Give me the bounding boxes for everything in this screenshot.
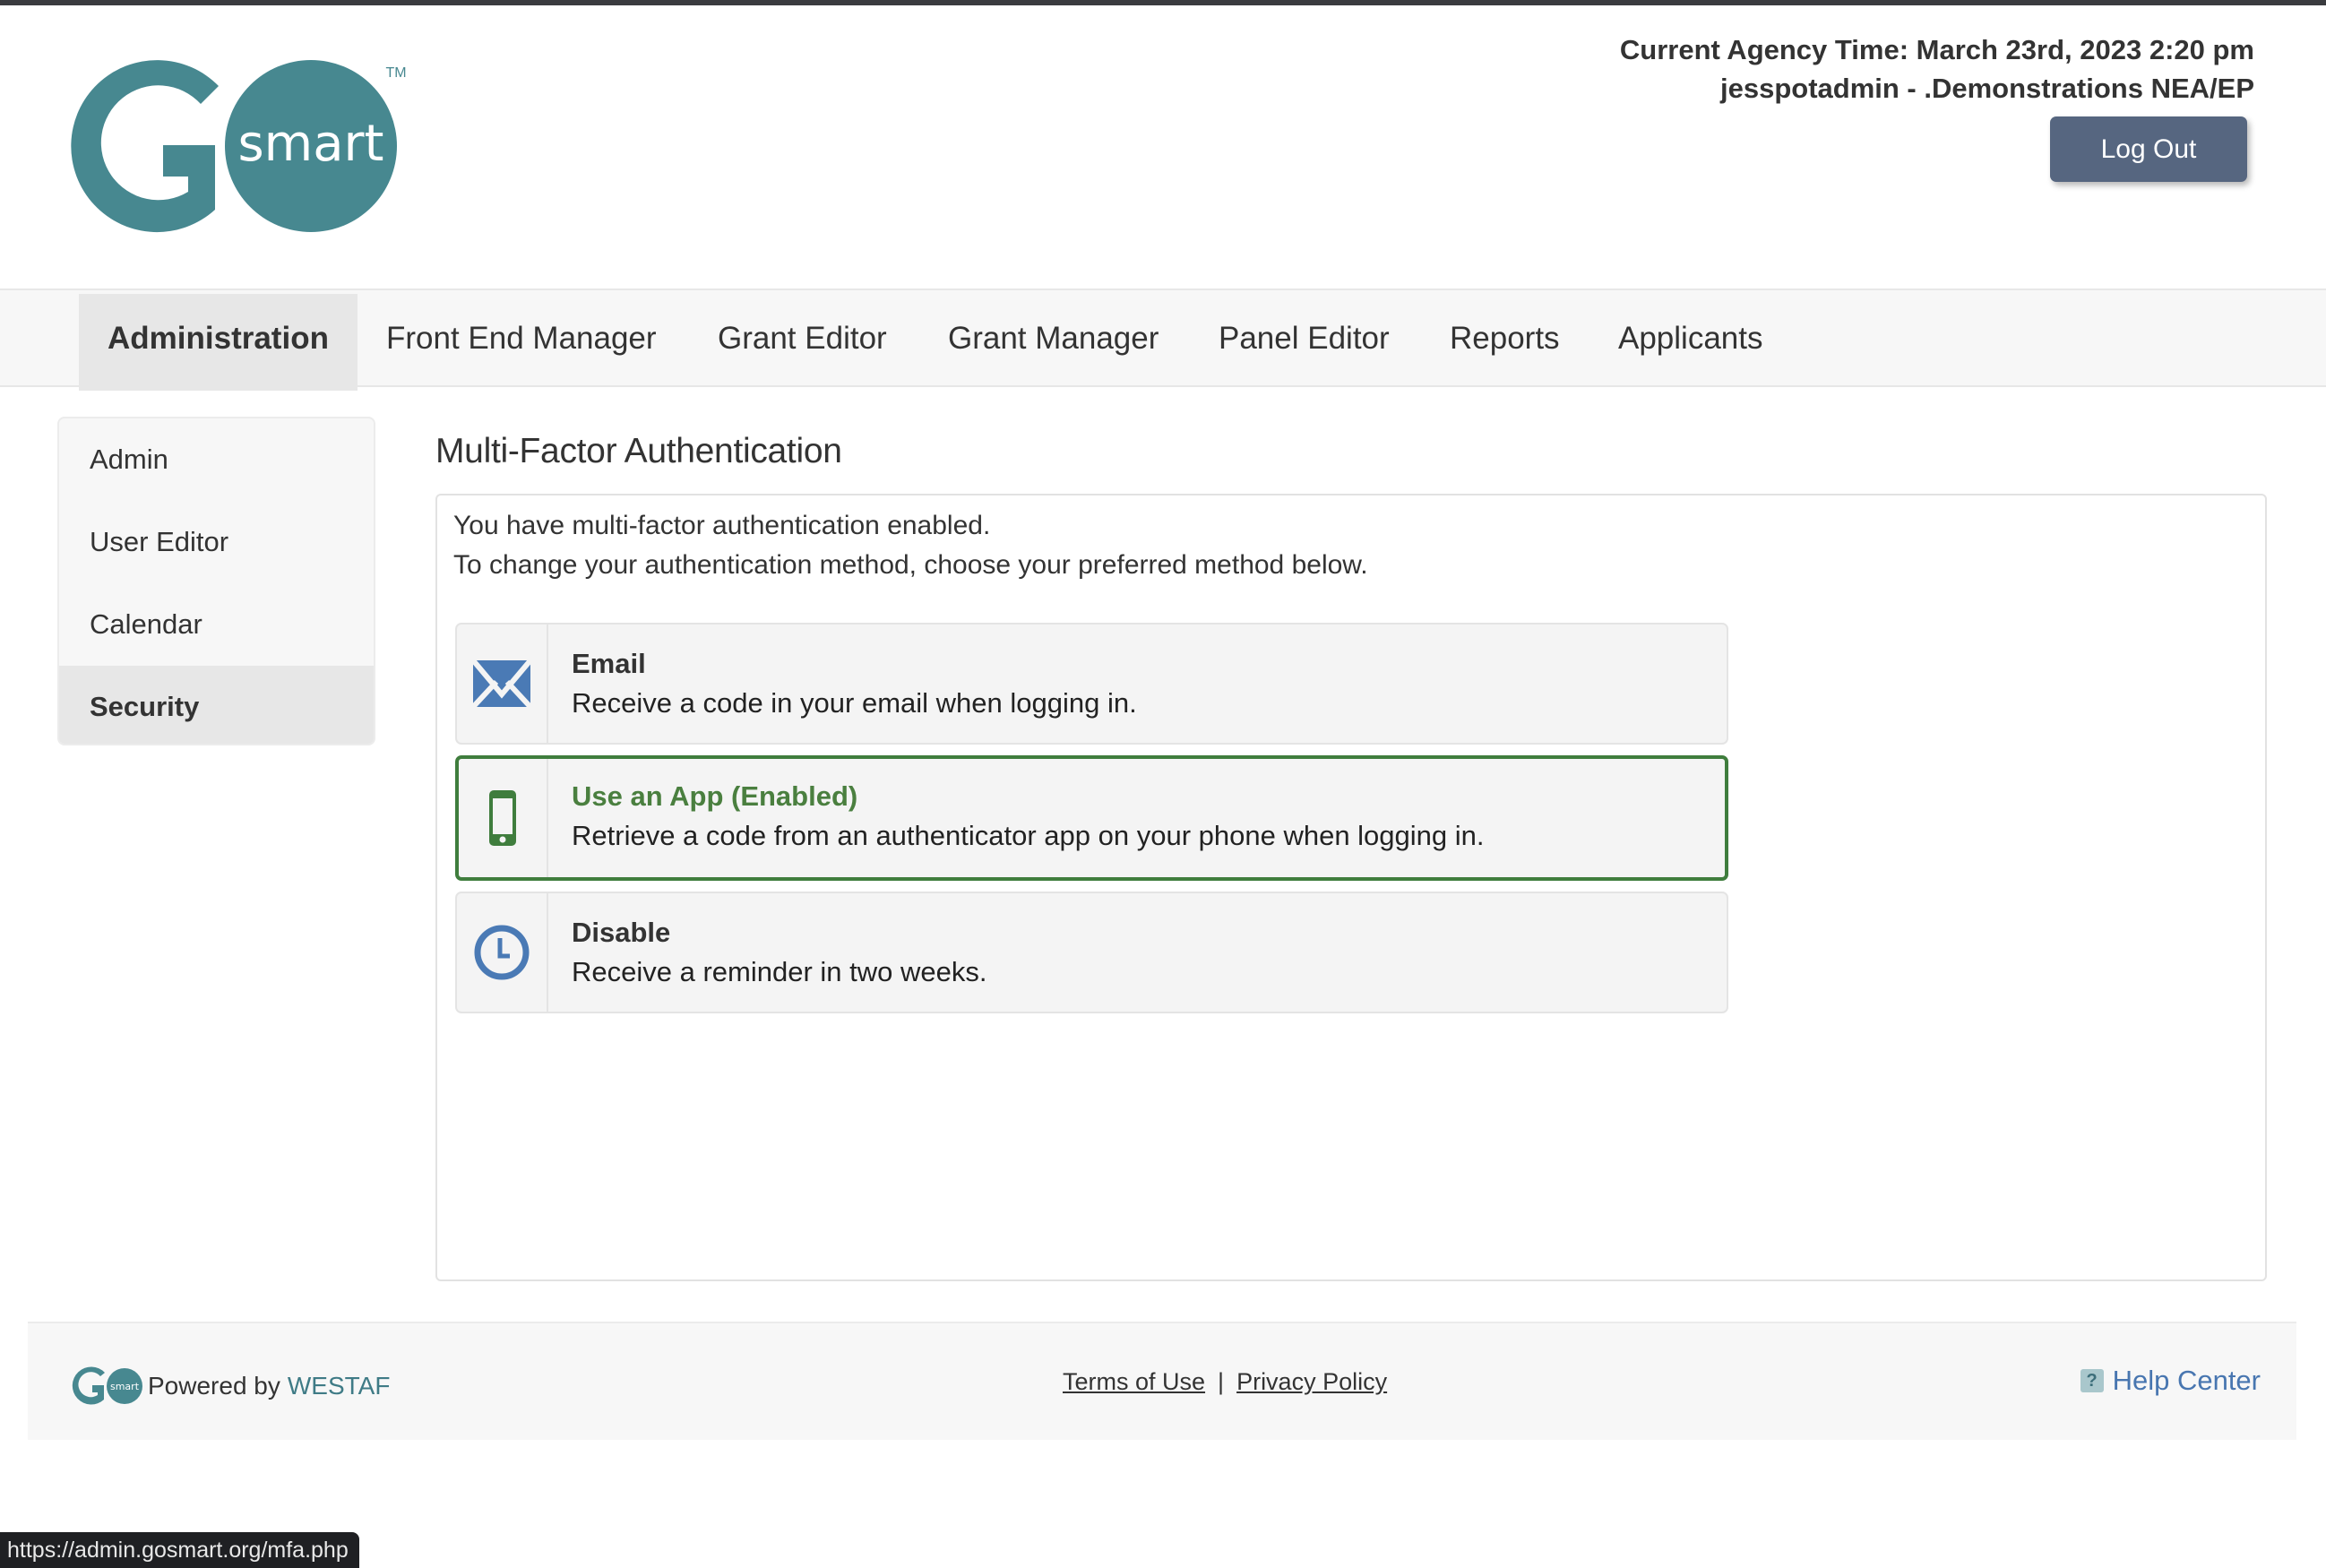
sidebar-item-admin[interactable]: Admin [59,418,374,501]
privacy-policy-link[interactable]: Privacy Policy [1236,1368,1387,1395]
main-nav: Administration Front End Manager Grant E… [0,289,2326,391]
mfa-option-disable[interactable]: Disable Receive a reminder in two weeks. [455,892,1728,1013]
mfa-panel: You have multi-factor authentication ena… [435,494,2267,1281]
sidebar-item-user-editor[interactable]: User Editor [59,501,374,583]
mobile-phone-icon [489,790,516,846]
option-title: Disable [572,917,671,948]
mfa-option-email[interactable]: Email Receive a code in your email when … [455,623,1728,745]
nav-tab-applicants[interactable]: Applicants [1589,294,1791,389]
page-title: Multi-Factor Authentication [435,432,842,470]
clock-icon [474,925,530,980]
nav-tab-panel-editor[interactable]: Panel Editor [1190,294,1418,389]
option-title: Use an App (Enabled) [572,780,858,812]
mfa-intro: You have multi-factor authentication ena… [453,506,1368,585]
help-center-link[interactable]: ? Help Center [2080,1365,2261,1397]
option-description: Retrieve a code from an authenticator ap… [572,820,1485,851]
logo-trademark: TM [385,65,406,81]
envelope-icon [473,660,530,707]
logo-g-letter [71,60,219,233]
nav-tab-administration[interactable]: Administration [79,294,358,391]
nav-tab-grant-manager[interactable]: Grant Manager [919,294,1187,389]
svg-text:smart: smart [110,1381,140,1392]
footer-branding: smart Powered by WESTAF [69,1366,390,1406]
logo-word: smart [237,115,383,173]
user-agency: jesspotadmin - .Demonstrations NEA/EP [1720,73,2254,104]
option-title: Email [572,648,646,679]
logout-button[interactable]: Log Out [2050,116,2247,182]
agency-time: Current Agency Time: March 23rd, 2023 2:… [1619,34,2254,65]
terms-of-use-link[interactable]: Terms of Use [1063,1368,1205,1395]
powered-by-text: Powered by [148,1372,280,1400]
footer-links: Terms of Use | Privacy Policy [1063,1368,1387,1396]
sidebar-item-security[interactable]: Security [59,666,374,744]
browser-top-edge [0,0,2326,5]
gosmart-logo[interactable]: smart TM [57,59,407,238]
sidebar: Admin User Editor Calendar Security [57,417,375,745]
footer: smart Powered by WESTAF Terms of Use | Pri… [28,1322,2296,1440]
help-center-label: Help Center [2112,1365,2261,1396]
option-description: Receive a reminder in two weeks. [572,956,987,987]
nav-tab-front-end-manager[interactable]: Front End Manager [358,294,685,389]
browser-status-url: https://admin.gosmart.org/mfa.php [0,1532,359,1568]
option-description: Receive a code in your email when loggin… [572,687,1137,719]
sidebar-item-calendar[interactable]: Calendar [59,583,374,666]
mfa-instruction-text: To change your authentication method, ch… [453,550,1368,580]
gosmart-mini-logo: smart [72,1366,142,1405]
westaf-link[interactable]: WESTAF [288,1372,391,1400]
help-question-icon: ? [2080,1369,2104,1392]
nav-tab-reports[interactable]: Reports [1421,294,1589,389]
mfa-status-text: You have multi-factor authentication ena… [453,511,991,540]
footer-separator: | [1218,1368,1225,1395]
mfa-option-app[interactable]: Use an App (Enabled) Retrieve a code fro… [455,755,1728,881]
header-info: Current Agency Time: March 23rd, 2023 2:… [1620,30,2254,108]
nav-tab-grant-editor[interactable]: Grant Editor [689,294,916,389]
